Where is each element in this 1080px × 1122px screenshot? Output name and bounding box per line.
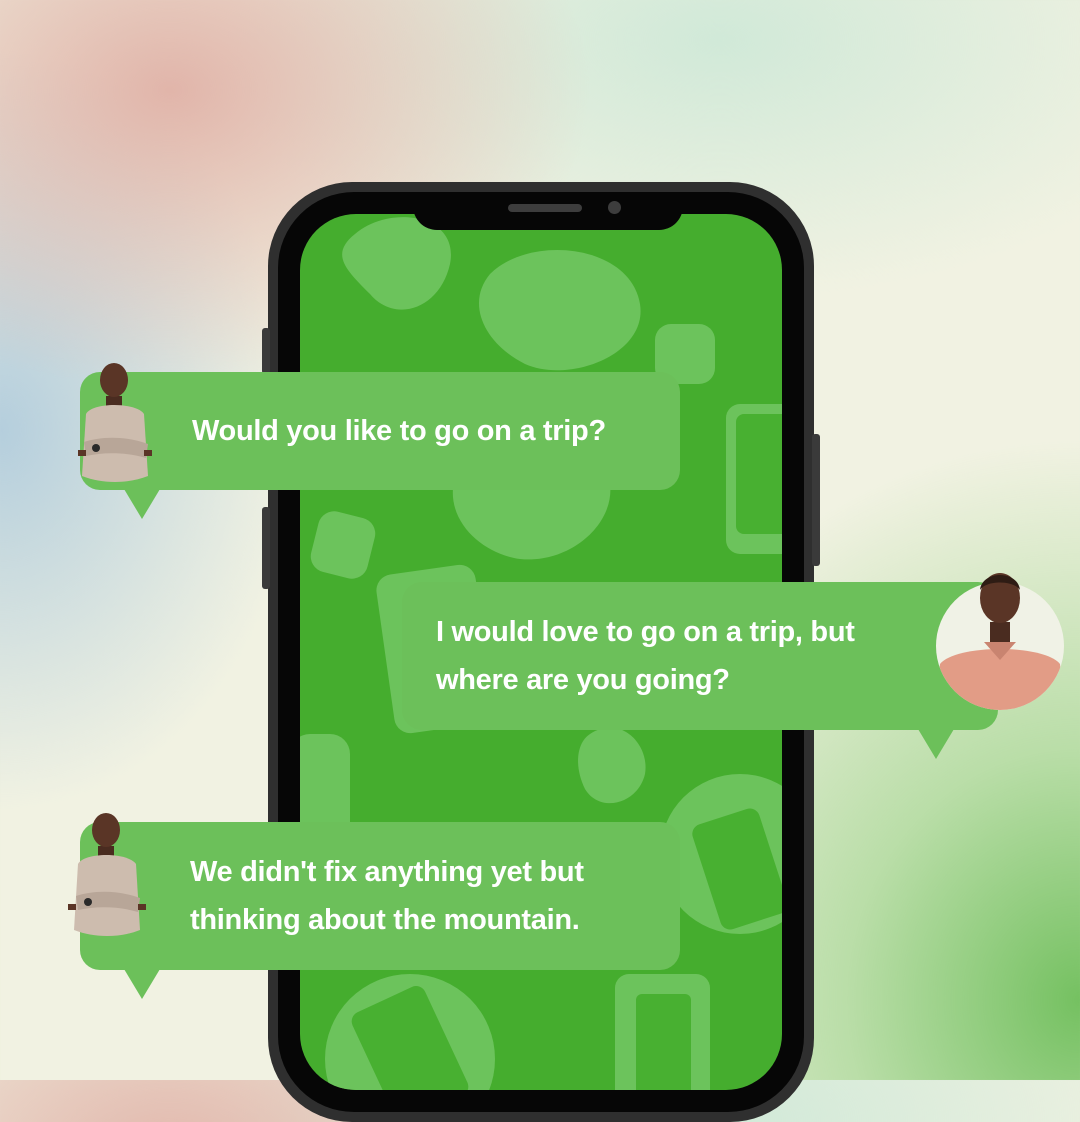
message-text: We didn't fix anything yet but thinking … bbox=[190, 848, 584, 944]
phone-power-button bbox=[812, 434, 820, 566]
message-line: I would love to go on a trip, but bbox=[436, 616, 855, 648]
speaker-grille bbox=[508, 204, 582, 212]
front-camera bbox=[608, 201, 621, 214]
blob-shape-icon bbox=[310, 511, 376, 579]
chat-bubble-left: We didn't fix anything yet but thinking … bbox=[80, 822, 680, 999]
phone-side-button bbox=[262, 328, 270, 374]
avatar bbox=[68, 813, 146, 936]
chat-bubble-left: Would you like to go on a trip? bbox=[80, 372, 680, 519]
bubble-tail bbox=[124, 969, 160, 999]
message-line: thinking about the mountain. bbox=[190, 904, 580, 936]
phone-notch bbox=[413, 192, 683, 230]
blob-shape-icon bbox=[342, 217, 451, 310]
blob-shape-icon bbox=[578, 727, 646, 804]
message-line: Would you like to go on a trip? bbox=[192, 415, 606, 447]
avatar bbox=[78, 363, 152, 482]
message-text: I would love to go on a trip, but where … bbox=[436, 608, 855, 704]
chat-graphic: { "messages": [ { "sender": "man-in-beig… bbox=[0, 0, 1080, 1122]
phone-volume-button bbox=[262, 507, 270, 589]
message-line: We didn't fix anything yet but bbox=[190, 856, 584, 888]
message-line: where are you going? bbox=[436, 664, 730, 696]
avatar bbox=[936, 573, 1064, 710]
bubble-tail bbox=[124, 489, 160, 519]
blob-shape-icon bbox=[478, 250, 641, 371]
bubble-tail bbox=[918, 729, 954, 759]
message-text: Would you like to go on a trip? bbox=[192, 407, 606, 455]
chat-bubble-right: I would love to go on a trip, but where … bbox=[402, 582, 998, 759]
